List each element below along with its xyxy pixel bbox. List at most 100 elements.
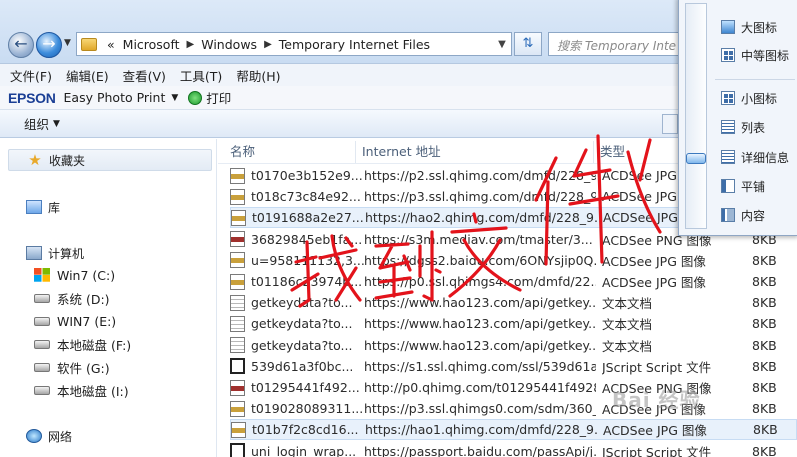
sidebar-item-drive-d[interactable]: 系统 (D:) xyxy=(34,288,110,308)
organize-button[interactable]: 组织 xyxy=(24,114,49,133)
refresh-button[interactable]: ⇅ xyxy=(514,32,542,56)
menu-edit[interactable]: 编辑(E) xyxy=(66,66,109,85)
easy-photo-print-button[interactable]: Easy Photo Print xyxy=(64,90,166,105)
view-menu-label: 大图标 xyxy=(741,20,778,35)
file-row[interactable]: t019028089311... https://p3.ssl.qhimgs0.c… xyxy=(230,398,797,419)
sidebar-item-computer[interactable]: 计算机 xyxy=(8,242,212,264)
jpg-file-icon xyxy=(230,167,245,184)
file-row[interactable]: getkeydata?to... https://www.hao123.com/a… xyxy=(230,335,797,356)
js-file-icon xyxy=(230,443,245,457)
view-size-slider-track[interactable] xyxy=(685,3,707,229)
file-type: JScript Script 文件 xyxy=(602,359,712,375)
menu-help[interactable]: 帮助(H) xyxy=(236,66,280,85)
file-name: t0191688a2e27... xyxy=(252,210,364,226)
view-menu-item-medium-icons[interactable]: 中等图标 xyxy=(721,45,789,65)
drive-label: WIN7 (E:) xyxy=(57,313,117,329)
view-menu-divider xyxy=(715,79,795,80)
txt-file-icon xyxy=(230,294,245,311)
list-icon xyxy=(721,120,735,134)
view-options-button[interactable] xyxy=(662,114,678,134)
recent-pages-dropdown[interactable]: ▼ xyxy=(64,38,71,48)
file-type: 文本文档 xyxy=(602,296,653,312)
column-header-internet-address[interactable]: Internet 地址 xyxy=(356,141,594,163)
jpg-file-icon xyxy=(230,400,245,417)
hard-drive-icon xyxy=(34,339,50,349)
file-size: 8KB xyxy=(752,252,777,268)
file-row[interactable]: uni_login_wrap... https://passport.baidu.… xyxy=(230,441,797,457)
sidebar-item-network[interactable]: 网络 xyxy=(8,425,212,447)
breadcrumb-temporary-internet-files[interactable]: Temporary Internet Files xyxy=(275,37,434,52)
file-internet-address: https://p3.ssl.qhimg.com/dmfd/228_9... xyxy=(364,189,596,205)
menu-tools[interactable]: 工具(T) xyxy=(180,66,222,85)
hard-drive-icon xyxy=(34,293,50,303)
file-internet-address: https://www.hao123.com/api/getkey... xyxy=(364,337,596,353)
medium-icons-icon xyxy=(721,48,735,62)
chevron-down-icon[interactable]: ▼ xyxy=(171,93,178,103)
sidebar-item-drive-f[interactable]: 本地磁盘 (F:) xyxy=(34,334,131,354)
windows-drive-icon xyxy=(34,268,50,282)
view-menu-item-list[interactable]: 列表 xyxy=(721,117,765,137)
file-name: u=958111132,3... xyxy=(251,252,365,268)
hard-drive-icon xyxy=(34,385,50,395)
tiles-icon xyxy=(721,179,735,193)
menu-view[interactable]: 查看(V) xyxy=(123,66,166,85)
jpg-file-icon xyxy=(231,421,246,438)
drive-label: 本地磁盘 (F:) xyxy=(57,337,132,353)
breadcrumb-windows[interactable]: Windows xyxy=(197,37,261,52)
print-button[interactable]: 打印 xyxy=(206,88,231,107)
file-name: uni_login_wrap... xyxy=(251,443,357,457)
file-name: 36829845eb1fa... xyxy=(251,231,363,247)
file-size: 8KB xyxy=(752,295,777,311)
file-size: 8KB xyxy=(752,401,777,417)
file-row[interactable]: getkeydata?to... https://www.hao123.com/a… xyxy=(230,292,797,313)
sidebar-item-favorites[interactable]: ★ 收藏夹 xyxy=(8,149,212,171)
breadcrumb-microsoft[interactable]: Microsoft xyxy=(119,37,184,52)
watermark: Bai 经验 xyxy=(612,388,701,412)
file-row[interactable]: getkeydata?to... https://www.hao123.com/a… xyxy=(230,313,797,334)
menu-file[interactable]: 文件(F) xyxy=(10,66,52,85)
jpg-file-icon xyxy=(231,209,246,226)
file-name: t01b7f2c8cd16... xyxy=(252,422,359,438)
view-menu-item-content[interactable]: 内容 xyxy=(721,205,765,225)
sidebar-item-drive-g[interactable]: 软件 (G:) xyxy=(34,357,110,377)
file-size: 8KB xyxy=(752,380,777,395)
png-file-icon xyxy=(230,231,245,248)
file-type: ACDSee JPG 图像 xyxy=(603,423,707,439)
sidebar-item-libraries[interactable]: 库 xyxy=(8,196,212,218)
txt-file-icon xyxy=(230,337,245,354)
file-row[interactable]: t01295441f492... http://p0.qhimg.com/t012… xyxy=(230,377,797,398)
view-menu-item-details[interactable]: 详细信息 xyxy=(721,147,789,167)
search-input[interactable]: 搜索 Temporary Inte xyxy=(548,32,688,56)
sidebar-item-label: 收藏夹 xyxy=(49,153,86,168)
chevron-down-icon[interactable]: ▼ xyxy=(493,39,511,50)
file-row[interactable]: u=958111132,3... https://dgss2.baidu.com/… xyxy=(230,250,797,271)
sidebar-item-drive-c[interactable]: Win7 (C:) xyxy=(34,265,115,285)
path-box[interactable]: « Microsoft ▶ Windows ▶ Temporary Intern… xyxy=(76,32,512,56)
chevron-right-icon[interactable]: ▶ xyxy=(261,39,275,50)
menu-bar: 文件(F) 编辑(E) 查看(V) 工具(T) 帮助(H) xyxy=(0,64,678,86)
file-name: t019028089311... xyxy=(251,401,364,417)
view-menu-item-small-icons[interactable]: 小图标 xyxy=(721,88,777,108)
column-header-name[interactable]: 名称 xyxy=(224,141,356,163)
print-icon[interactable] xyxy=(188,90,203,105)
file-size: 8KB xyxy=(752,443,777,457)
network-icon xyxy=(26,429,42,443)
library-icon xyxy=(26,200,42,214)
file-row[interactable]: 539d61a3f0bc... https://s1.ssl.qhimg.com/… xyxy=(230,356,797,377)
epson-toolbar: EPSON Easy Photo Print ▼ 打印 xyxy=(0,86,678,110)
chevron-right-icon[interactable]: ▶ xyxy=(184,39,198,50)
sidebar-item-drive-e[interactable]: WIN7 (E:) xyxy=(34,311,116,331)
view-size-slider-thumb[interactable] xyxy=(686,153,706,164)
epson-logo: EPSON xyxy=(8,89,56,106)
forward-button[interactable]: → xyxy=(36,32,62,58)
txt-file-icon xyxy=(230,315,245,332)
view-menu-item-large-icons[interactable]: 大图标 xyxy=(721,17,777,37)
sidebar-item-label: 网络 xyxy=(48,429,73,444)
file-row[interactable]: t01186c23974b... https://p0.ssl.qhimgs4.c… xyxy=(230,271,797,292)
view-menu-item-tiles[interactable]: 平铺 xyxy=(721,176,765,196)
chevron-down-icon[interactable]: ▼ xyxy=(53,119,60,129)
back-button[interactable]: ← xyxy=(8,32,34,58)
sidebar-item-drive-i[interactable]: 本地磁盘 (I:) xyxy=(34,380,129,400)
file-row[interactable]: t01b7f2c8cd16... https://hao1.qhimg.com/d… xyxy=(230,419,797,441)
breadcrumb-overflow[interactable]: « xyxy=(103,37,119,52)
